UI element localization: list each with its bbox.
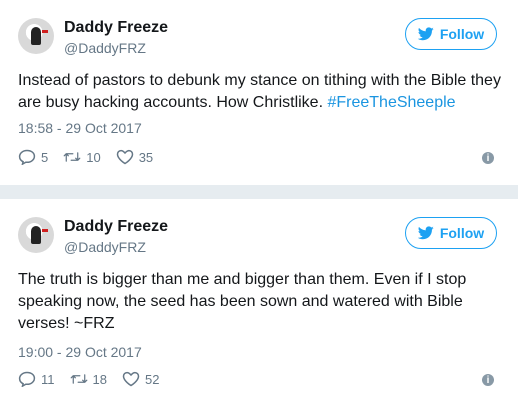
like-count: 52 <box>144 371 160 387</box>
twitter-bird-icon <box>417 226 434 240</box>
follow-label: Follow <box>439 225 485 241</box>
avatar-figure <box>31 226 41 244</box>
tweet-actions: 5 10 35 <box>18 149 168 165</box>
heart-icon <box>116 149 133 165</box>
reply-count: 11 <box>41 371 55 387</box>
tweet-text: The truth is bigger than me and bigger t… <box>18 271 467 332</box>
avatar-figure <box>31 27 41 45</box>
retweet-button[interactable]: 10 <box>63 149 101 165</box>
reply-count: 5 <box>41 149 49 165</box>
reply-button[interactable]: 5 <box>18 149 48 165</box>
follow-button[interactable]: Follow <box>405 18 497 50</box>
reply-icon <box>18 371 36 387</box>
retweet-count: 18 <box>92 371 107 387</box>
heart-icon <box>122 371 140 387</box>
tweet-card[interactable]: Daddy Freeze @DaddyFRZ Follow The truth … <box>0 199 518 403</box>
avatar[interactable] <box>18 18 54 54</box>
follow-label: Follow <box>439 26 485 42</box>
retweet-count: 10 <box>86 149 101 165</box>
tweet-actions: 11 18 52 <box>18 371 174 387</box>
author-name[interactable]: Daddy Freeze <box>64 218 168 236</box>
hashtag-link[interactable]: #FreeTheSheeple <box>327 94 455 111</box>
author-name[interactable]: Daddy Freeze <box>64 19 168 37</box>
retweet-icon <box>63 152 81 162</box>
reply-icon <box>18 149 36 165</box>
avatar-badge <box>42 30 48 33</box>
tweet-card[interactable]: Daddy Freeze @DaddyFRZ Follow Instead of… <box>0 0 518 185</box>
follow-button[interactable]: Follow <box>405 217 497 249</box>
tweet-text: Instead of pastors to debunk my stance o… <box>18 70 508 114</box>
like-button[interactable]: 52 <box>122 371 159 387</box>
tweet-timestamp[interactable]: 18:58 - 29 Oct 2017 <box>18 120 142 136</box>
like-button[interactable]: 35 <box>116 149 153 165</box>
twitter-bird-icon <box>417 27 434 41</box>
info-icon[interactable]: i <box>482 374 494 386</box>
tweet-timestamp[interactable]: 19:00 - 29 Oct 2017 <box>18 344 142 360</box>
retweet-button[interactable]: 18 <box>70 371 107 387</box>
like-count: 35 <box>138 149 154 165</box>
author-handle[interactable]: @DaddyFRZ <box>64 40 146 56</box>
info-icon[interactable]: i <box>482 152 494 164</box>
avatar-badge <box>42 229 48 232</box>
avatar[interactable] <box>18 217 54 253</box>
retweet-icon <box>70 374 87 384</box>
author-handle[interactable]: @DaddyFRZ <box>64 239 146 255</box>
reply-button[interactable]: 11 <box>18 371 55 387</box>
